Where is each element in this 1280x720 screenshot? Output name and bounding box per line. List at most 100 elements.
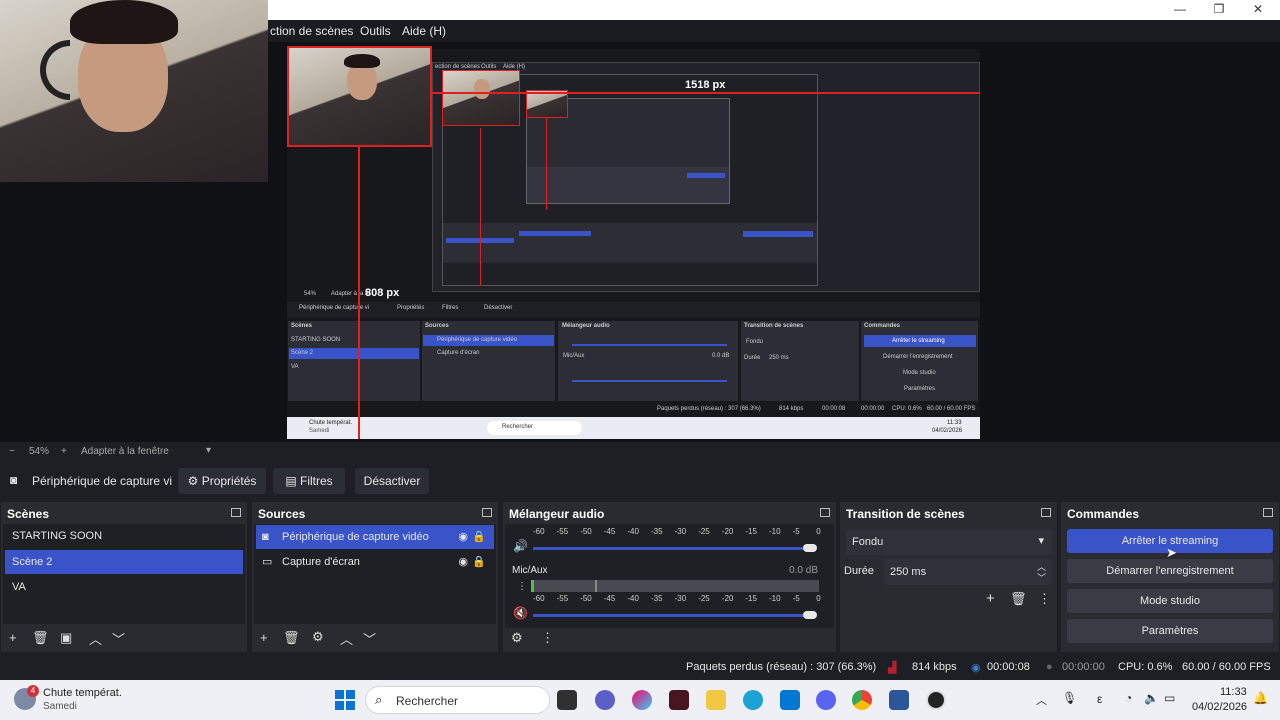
battery-icon[interactable]: ▭: [1164, 691, 1175, 705]
db-tick: -55: [556, 594, 569, 603]
zoom-in-button[interactable]: +: [61, 446, 67, 457]
chevron-down-icon[interactable]: ﹀: [1037, 571, 1046, 584]
db-tick: -30: [674, 594, 687, 603]
lock-icon[interactable]: 🔒: [472, 550, 486, 574]
nested-disable: Désactiver: [484, 305, 513, 311]
undock-icon[interactable]: [1041, 508, 1051, 517]
add-icon[interactable]: +: [260, 630, 268, 645]
word-icon[interactable]: [889, 690, 909, 710]
fit-window-dropdown[interactable]: Adapter à la fenêtre: [81, 446, 169, 457]
chat-icon[interactable]: [595, 690, 615, 710]
clock-date[interactable]: 04/02/2026: [1192, 701, 1247, 713]
discord-icon[interactable]: [816, 690, 836, 710]
nested-filters: Filtres: [442, 305, 459, 311]
transition-select[interactable]: Fondu ▾: [846, 529, 1052, 555]
wifi-icon[interactable]: ◔: [1125, 691, 1132, 705]
mic-volume-knob[interactable]: [803, 611, 817, 619]
scene-item-va[interactable]: VA: [5, 575, 243, 599]
weather-title[interactable]: Chute températ.: [43, 687, 122, 699]
clock-time[interactable]: 11:33: [1220, 686, 1247, 698]
more-options-icon[interactable]: ⋮: [517, 581, 527, 592]
studio-mode-button[interactable]: Mode studio: [1067, 589, 1273, 613]
volume-icon[interactable]: 🔈: [1144, 691, 1159, 705]
db-tick: -35: [651, 527, 663, 536]
mic-volume-slider[interactable]: [533, 614, 815, 617]
nested-sources-dock: [422, 321, 555, 401]
lock-icon[interactable]: 🔒: [472, 525, 486, 549]
folder-icon[interactable]: [706, 690, 726, 710]
scenes-dock: Scènes STARTING SOON Scène 2 VA + 🗑 ▣ ︿ …: [1, 502, 247, 652]
source-item-screen-capture[interactable]: ▭ Capture d'écran ◉ 🔒: [256, 550, 494, 574]
obs-icon[interactable]: [926, 690, 946, 710]
undock-icon[interactable]: [820, 508, 830, 517]
properties-button[interactable]: ⚙ Propriétés: [178, 468, 266, 494]
volume-knob[interactable]: [803, 544, 817, 552]
gear-icon[interactable]: ⚙: [511, 630, 523, 646]
nested-zoom: 54%: [304, 291, 317, 297]
filter-icon[interactable]: ▣: [60, 630, 72, 646]
disable-button[interactable]: Désactiver: [355, 468, 429, 494]
signal-icon: ▟: [888, 662, 897, 674]
store-icon[interactable]: [780, 690, 800, 710]
nested-time: 00:00:08: [822, 406, 846, 412]
fps: 60.00 / 60.00 FPS: [1182, 661, 1271, 673]
headset-icon: [40, 40, 70, 100]
source-item-video-capture[interactable]: ◙ Périphérique de capture vidéo ◉ 🔒: [256, 525, 494, 549]
edge-icon[interactable]: [743, 690, 763, 710]
zoom-out-button[interactable]: −: [9, 446, 15, 457]
notification-bell-icon[interactable]: 🔔: [1253, 691, 1268, 705]
windows-start-icon[interactable]: [335, 690, 355, 710]
undock-icon[interactable]: [231, 508, 241, 517]
chevron-up-icon[interactable]: ︿: [340, 629, 353, 648]
chevron-down-icon[interactable]: ﹀: [112, 629, 125, 648]
undock-icon[interactable]: [482, 508, 492, 517]
menu-help[interactable]: Aide (H): [402, 24, 446, 38]
more-options-icon[interactable]: ⋮: [1038, 591, 1051, 607]
taskview-icon[interactable]: [557, 690, 577, 710]
trash-icon[interactable]: 🗑: [32, 630, 49, 646]
copilot-icon[interactable]: [632, 690, 652, 710]
chevron-down-icon[interactable]: ▾: [206, 445, 211, 456]
filters-button[interactable]: ▤ Filtres: [273, 468, 345, 494]
muted-speaker-icon[interactable]: 🔇: [513, 606, 528, 620]
more-options-icon[interactable]: ⋮: [541, 630, 554, 646]
chevron-down-icon[interactable]: ﹀: [363, 629, 376, 648]
menu-tools[interactable]: Outils: [360, 24, 391, 38]
db-tick: -50: [580, 594, 592, 603]
microphone-icon[interactable]: 🎙: [1062, 691, 1077, 705]
nested-src-sel-2: [519, 231, 591, 236]
add-icon[interactable]: +: [986, 590, 995, 607]
chevron-up-icon[interactable]: ︿: [89, 629, 102, 648]
volume-slider[interactable]: [533, 547, 815, 550]
db-tick: -60: [533, 594, 545, 603]
db-tick: -20: [721, 594, 734, 603]
scene-item-scene-2[interactable]: Scène 2: [5, 550, 243, 574]
taskbar-search-box[interactable]: ⌕ Rechercher: [365, 686, 550, 714]
nested-transition-title: Transition de scènes: [744, 323, 804, 329]
scene-item-starting-soon[interactable]: STARTING SOON: [5, 524, 243, 548]
speaker-icon[interactable]: 🔊: [513, 539, 528, 553]
eye-icon[interactable]: ◉: [458, 550, 468, 574]
webcam-preview-small: [287, 46, 432, 147]
eye-icon[interactable]: ◉: [458, 525, 468, 549]
gear-icon[interactable]: ⚙: [312, 629, 324, 645]
menu-scene-collection[interactable]: ction de scènes: [270, 24, 353, 38]
duration-spinbox[interactable]: 250 ms ︿ ﹀: [884, 559, 1052, 585]
undock-icon[interactable]: [1263, 508, 1273, 517]
close-icon[interactable]: ✕: [1248, 2, 1268, 16]
px-height-label: 808 px: [365, 287, 400, 299]
trash-icon[interactable]: 🗑: [1010, 591, 1027, 607]
nested-fps: 60.00 / 60.00 FPS: [927, 406, 976, 412]
nested-mixer-dock: [558, 321, 738, 401]
settings-button[interactable]: Paramètres: [1067, 619, 1273, 643]
chevron-up-icon[interactable]: ︿: [1036, 692, 1047, 708]
trash-icon[interactable]: 🗑: [283, 630, 300, 646]
start-recording-button[interactable]: Démarrer l'enregistrement: [1067, 559, 1273, 583]
maximize-icon[interactable]: ❐: [1209, 2, 1229, 16]
chrome-icon[interactable]: [852, 690, 872, 710]
minimize-icon[interactable]: —: [1170, 2, 1190, 16]
app-icon[interactable]: [669, 690, 689, 710]
add-icon[interactable]: +: [9, 630, 17, 645]
duration-value: 250 ms: [890, 566, 927, 578]
language-indicator[interactable]: ε: [1097, 692, 1102, 706]
